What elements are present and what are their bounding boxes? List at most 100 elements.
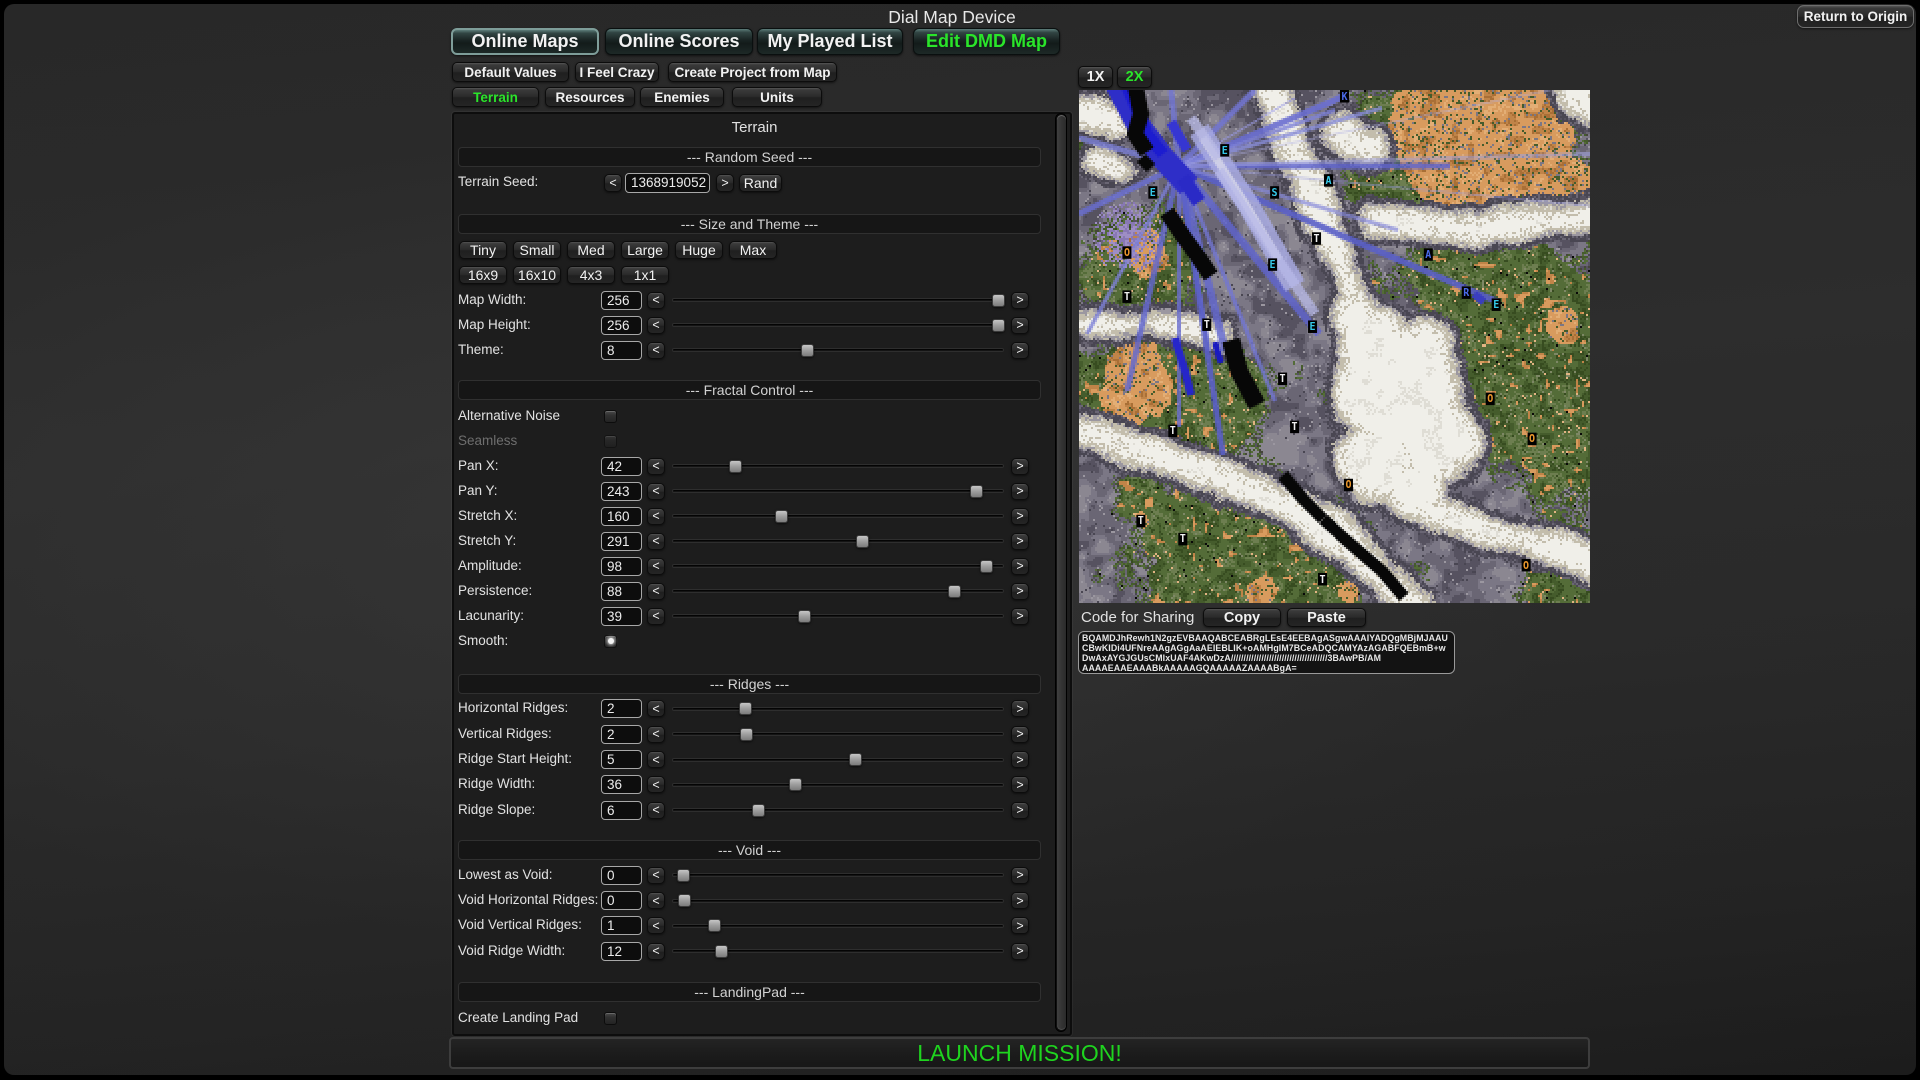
slider-handle-map-width[interactable] <box>992 294 1005 307</box>
action-button-i-feel-crazy[interactable]: I Feel Crazy <box>575 62 659 82</box>
slider-track-pan-y[interactable] <box>672 489 1004 493</box>
slider-handle-pan-y[interactable] <box>970 485 983 498</box>
size-button-tiny[interactable]: Tiny <box>459 241 507 259</box>
increment-persistence[interactable]: > <box>1011 583 1029 600</box>
increment-void-horizontal-ridges[interactable]: > <box>1011 892 1029 909</box>
increment-stretch-x[interactable]: > <box>1011 508 1029 525</box>
increment-lowest-as-void[interactable]: > <box>1011 867 1029 884</box>
size-button-huge[interactable]: Huge <box>675 241 723 259</box>
slider-track-ridge-start-height[interactable] <box>672 758 1004 762</box>
slider-handle-theme[interactable] <box>801 344 814 357</box>
action-button-create-project-from-map[interactable]: Create Project from Map <box>668 62 837 82</box>
checkbox-alternative-noise[interactable] <box>604 410 617 423</box>
slider-handle-map-height[interactable] <box>992 319 1005 332</box>
action-button-default-values[interactable]: Default Values <box>452 62 569 82</box>
increment-pan-y[interactable]: > <box>1011 483 1029 500</box>
decrement-ridge-width[interactable]: < <box>647 776 665 793</box>
slider-track-void-vertical-ridges[interactable] <box>672 924 1004 928</box>
value-input-ridge-slope[interactable]: 6 <box>601 801 642 820</box>
increment-void-vertical-ridges[interactable]: > <box>1011 917 1029 934</box>
slider-track-amplitude[interactable] <box>672 564 1004 568</box>
zoom-button-1x[interactable]: 1X <box>1078 66 1113 88</box>
slider-track-ridge-slope[interactable] <box>672 808 1004 812</box>
top-tab-online-scores[interactable]: Online Scores <box>605 28 753 55</box>
size-button-large[interactable]: Large <box>621 241 669 259</box>
value-input-void-horizontal-ridges[interactable]: 0 <box>601 891 642 910</box>
value-input-ridge-width[interactable]: 36 <box>601 775 642 794</box>
increment-horizontal-ridges[interactable]: > <box>1011 700 1029 717</box>
value-input-map-width[interactable]: 256 <box>601 291 642 310</box>
increment-theme[interactable]: > <box>1011 342 1029 359</box>
increment-ridge-width[interactable]: > <box>1011 776 1029 793</box>
increment-pan-x[interactable]: > <box>1011 458 1029 475</box>
slider-handle-pan-x[interactable] <box>729 460 742 473</box>
decrement-horizontal-ridges[interactable]: < <box>647 700 665 717</box>
increment-lacunarity[interactable]: > <box>1011 608 1029 625</box>
increment-ridge-start-height[interactable]: > <box>1011 751 1029 768</box>
value-input-map-height[interactable]: 256 <box>601 316 642 335</box>
seed-decrement-button[interactable]: < <box>604 174 622 192</box>
top-tab-online-maps[interactable]: Online Maps <box>451 28 599 55</box>
paste-button[interactable]: Paste <box>1287 608 1366 627</box>
seed-input[interactable]: 1368919052 <box>625 173 710 193</box>
slider-handle-vertical-ridges[interactable] <box>740 728 753 741</box>
increment-void-ridge-width[interactable]: > <box>1011 943 1029 960</box>
slider-handle-horizontal-ridges[interactable] <box>739 702 752 715</box>
increment-map-height[interactable]: > <box>1011 317 1029 334</box>
increment-ridge-slope[interactable]: > <box>1011 802 1029 819</box>
decrement-persistence[interactable]: < <box>647 583 665 600</box>
decrement-lowest-as-void[interactable]: < <box>647 867 665 884</box>
increment-map-width[interactable]: > <box>1011 292 1029 309</box>
category-tab-units[interactable]: Units <box>732 87 822 107</box>
decrement-void-horizontal-ridges[interactable]: < <box>647 892 665 909</box>
slider-track-ridge-width[interactable] <box>672 783 1004 787</box>
map-preview-canvas[interactable] <box>1079 90 1590 603</box>
decrement-ridge-start-height[interactable]: < <box>647 751 665 768</box>
slider-track-horizontal-ridges[interactable] <box>672 707 1004 711</box>
decrement-map-width[interactable]: < <box>647 292 665 309</box>
slider-track-pan-x[interactable] <box>672 464 1004 468</box>
value-input-lacunarity[interactable]: 39 <box>601 607 642 626</box>
slider-track-stretch-x[interactable] <box>672 514 1004 518</box>
value-input-amplitude[interactable]: 98 <box>601 557 642 576</box>
value-input-persistence[interactable]: 88 <box>601 582 642 601</box>
decrement-theme[interactable]: < <box>647 342 665 359</box>
decrement-vertical-ridges[interactable]: < <box>647 726 665 743</box>
slider-handle-stretch-y[interactable] <box>856 535 869 548</box>
size-button-max[interactable]: Max <box>729 241 777 259</box>
slider-handle-persistence[interactable] <box>948 585 961 598</box>
decrement-void-vertical-ridges[interactable]: < <box>647 917 665 934</box>
category-tab-resources[interactable]: Resources <box>545 87 635 107</box>
increment-amplitude[interactable]: > <box>1011 558 1029 575</box>
slider-handle-void-horizontal-ridges[interactable] <box>678 894 691 907</box>
slider-handle-ridge-slope[interactable] <box>752 804 765 817</box>
launch-mission-button[interactable]: LAUNCH MISSION! <box>449 1037 1590 1069</box>
seed-increment-button[interactable]: > <box>716 174 734 192</box>
value-input-vertical-ridges[interactable]: 2 <box>601 725 642 744</box>
decrement-void-ridge-width[interactable]: < <box>647 943 665 960</box>
decrement-stretch-y[interactable]: < <box>647 533 665 550</box>
slider-handle-ridge-start-height[interactable] <box>849 753 862 766</box>
value-input-void-vertical-ridges[interactable]: 1 <box>601 916 642 935</box>
increment-vertical-ridges[interactable]: > <box>1011 726 1029 743</box>
slider-handle-stretch-x[interactable] <box>775 510 788 523</box>
value-input-pan-y[interactable]: 243 <box>601 482 642 501</box>
slider-handle-ridge-width[interactable] <box>789 778 802 791</box>
slider-handle-amplitude[interactable] <box>980 560 993 573</box>
return-to-origin-button[interactable]: Return to Origin <box>1797 5 1914 28</box>
decrement-amplitude[interactable]: < <box>647 558 665 575</box>
size-button-1x1[interactable]: 1x1 <box>621 266 669 284</box>
category-tab-enemies[interactable]: Enemies <box>640 87 724 107</box>
decrement-stretch-x[interactable]: < <box>647 508 665 525</box>
increment-stretch-y[interactable]: > <box>1011 533 1029 550</box>
value-input-lowest-as-void[interactable]: 0 <box>601 866 642 885</box>
value-input-stretch-x[interactable]: 160 <box>601 507 642 526</box>
decrement-map-height[interactable]: < <box>647 317 665 334</box>
value-input-theme[interactable]: 8 <box>601 341 642 360</box>
share-code-textarea[interactable] <box>1078 631 1455 674</box>
slider-track-map-width[interactable] <box>672 298 1004 302</box>
checkbox-create-landing-pad[interactable] <box>604 1012 617 1025</box>
slider-track-vertical-ridges[interactable] <box>672 732 1004 736</box>
category-tab-terrain[interactable]: Terrain <box>452 87 539 107</box>
slider-track-void-horizontal-ridges[interactable] <box>672 899 1004 903</box>
